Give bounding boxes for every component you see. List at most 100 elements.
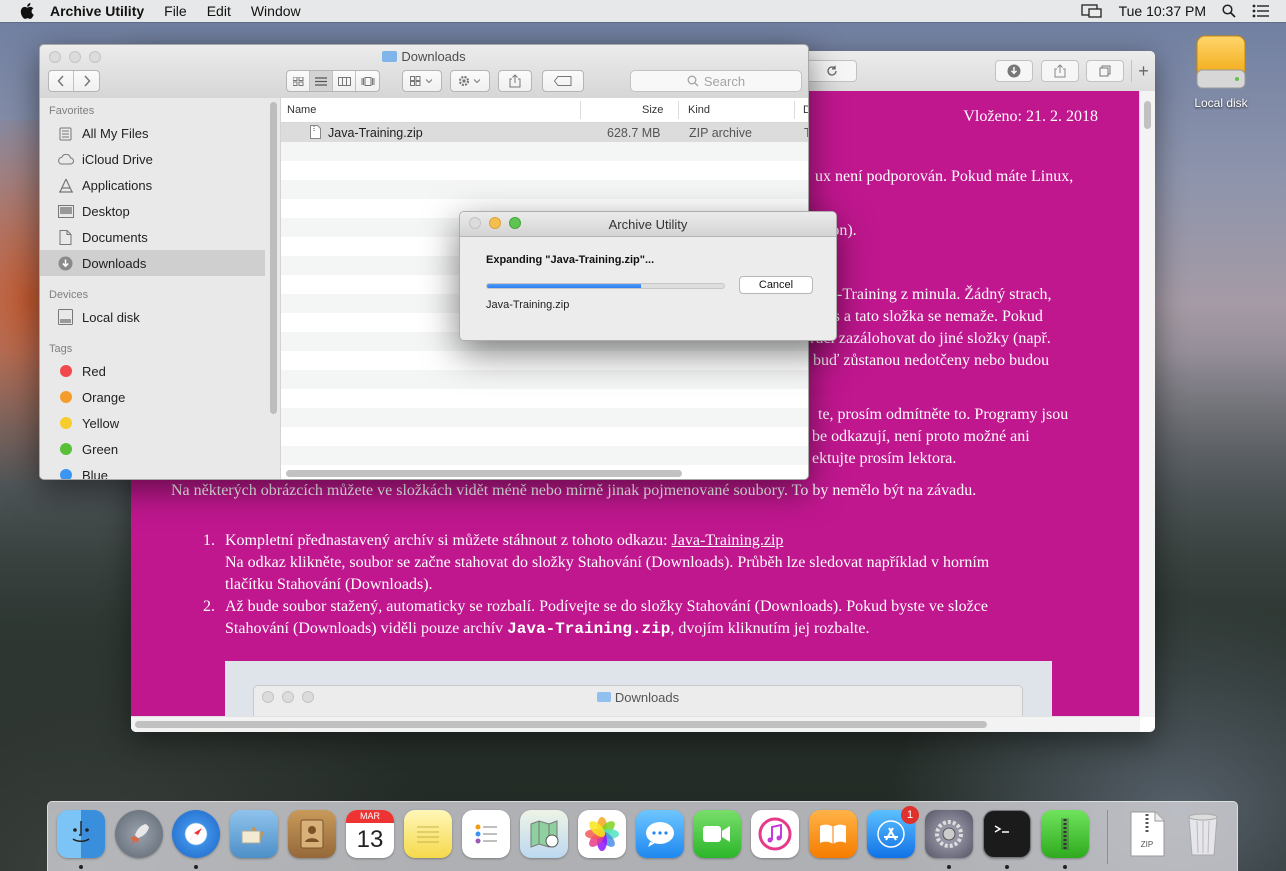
tag-label: Yellow: [82, 415, 120, 431]
reminders-dock-icon[interactable]: [462, 810, 510, 858]
sidebar-item-desktop[interactable]: Desktop: [40, 198, 280, 224]
itunes-dock-icon[interactable]: [751, 810, 799, 858]
java-training-zip-link[interactable]: Java-Training.zip: [672, 532, 784, 549]
screenshot-title: Downloads: [254, 690, 1022, 705]
spotlight-search-icon[interactable]: [1222, 4, 1236, 18]
system-preferences-dock-icon[interactable]: [925, 810, 973, 858]
search-field[interactable]: Search: [630, 70, 802, 92]
trash-dock-icon[interactable]: [1179, 810, 1227, 858]
contacts-dock-icon[interactable]: [288, 810, 336, 858]
app-store-dock-icon[interactable]: 1: [867, 806, 919, 858]
column-header-size[interactable]: Size: [642, 104, 663, 116]
text-fragment: te, prosím odmítněte to. Programy jsou: [818, 406, 1069, 423]
airplay-display-icon[interactable]: [1080, 4, 1103, 18]
sidebar-tag-yellow[interactable]: Yellow: [40, 410, 280, 436]
share-button[interactable]: [1041, 60, 1079, 82]
scroll-thumb[interactable]: [135, 721, 987, 728]
vertical-scrollbar[interactable]: [1139, 91, 1155, 717]
sidebar-item-applications[interactable]: Applications: [40, 172, 280, 198]
maps-dock-icon[interactable]: [520, 810, 568, 858]
sidebar-item-icloud-drive[interactable]: iCloud Drive: [40, 146, 280, 172]
messages-dock-icon[interactable]: [636, 810, 684, 858]
text-fragment: -Training z minula. Žádný strach,: [837, 286, 1052, 303]
downloads-button[interactable]: [995, 60, 1033, 82]
tag-label: Red: [82, 363, 106, 379]
devices-header: Devices: [49, 289, 89, 301]
archive-utility-dialog: Archive Utility Expanding "Java-Training…: [459, 211, 837, 341]
dialog-title: Archive Utility: [608, 217, 688, 232]
step-2-line-1: Až bude soubor stažený, automaticky se r…: [225, 598, 988, 615]
list-view-button[interactable]: [310, 71, 333, 91]
sidebar-tag-red[interactable]: Red: [40, 358, 280, 384]
forward-button[interactable]: [74, 71, 99, 91]
sidebar-item-all-my-files[interactable]: All My Files: [40, 120, 280, 146]
text-fragment: be odkazují, není proto možné ani: [812, 428, 1030, 445]
embedded-screenshot: Downloads: [225, 661, 1052, 717]
share-icon: [1054, 64, 1066, 78]
column-header-date[interactable]: D: [803, 104, 808, 116]
horizontal-scrollbar[interactable]: [286, 470, 682, 477]
sidebar-tag-orange[interactable]: Orange: [40, 384, 280, 410]
window-menu[interactable]: Window: [251, 3, 301, 19]
sidebar-item-documents[interactable]: Documents: [40, 224, 280, 250]
column-view-button[interactable]: [333, 71, 356, 91]
photos-dock-icon[interactable]: [578, 810, 626, 858]
notification-center-icon[interactable]: [1252, 4, 1270, 18]
icon-view-button[interactable]: [287, 71, 310, 91]
notes-dock-icon[interactable]: [404, 810, 452, 858]
zip-document-dock-icon[interactable]: ZIP: [1123, 810, 1171, 858]
arrange-button[interactable]: [402, 70, 442, 92]
tabs-overview-button[interactable]: [1086, 60, 1124, 82]
step-number: 1.: [203, 532, 215, 549]
sidebar-item-downloads[interactable]: Downloads: [40, 250, 265, 276]
progress-bar: [486, 283, 725, 289]
sidebar-tag-green[interactable]: Green: [40, 436, 280, 462]
launchpad-dock-icon[interactable]: [115, 810, 163, 858]
file-menu[interactable]: File: [164, 3, 187, 19]
folder-icon: [596, 692, 611, 702]
horizontal-scrollbar[interactable]: [131, 716, 1140, 732]
menu-bar: Archive Utility File Edit Window Tue 10:…: [0, 0, 1286, 22]
text-fragment: ručí zazálohovat do jiné složky (např.: [810, 330, 1051, 347]
arrange-icon: [410, 76, 433, 86]
desktop-local-disk[interactable]: Local disk: [1190, 34, 1252, 110]
back-button[interactable]: [49, 71, 74, 91]
zip-file-icon: [310, 125, 321, 142]
clock[interactable]: Tue 10:37 PM: [1119, 3, 1206, 19]
search-placeholder: Search: [703, 73, 746, 89]
sidebar-tag-blue[interactable]: Blue: [40, 462, 280, 479]
archive-utility-dock-icon[interactable]: [1041, 810, 1089, 858]
text-fragment: ects a tato složka se nemaže. Pokud: [815, 308, 1043, 325]
tag-color-dot: [57, 467, 74, 479]
column-header-name[interactable]: Name: [287, 104, 316, 116]
mail-dock-icon[interactable]: [230, 810, 278, 858]
apple-menu-icon[interactable]: [20, 3, 34, 19]
gear-icon: [458, 75, 481, 87]
ibooks-dock-icon[interactable]: [809, 810, 857, 858]
facetime-dock-icon[interactable]: [693, 810, 741, 858]
reload-button[interactable]: [807, 60, 857, 82]
sidebar-item-local-disk[interactable]: Local disk: [40, 304, 280, 330]
column-header-kind[interactable]: Kind: [688, 104, 710, 116]
share-button[interactable]: [498, 70, 532, 92]
running-indicator: [947, 865, 951, 869]
tag-icon: [554, 76, 572, 86]
scroll-thumb[interactable]: [1144, 101, 1151, 129]
new-tab-button[interactable]: +: [1131, 60, 1155, 82]
cancel-button[interactable]: Cancel: [739, 276, 813, 294]
finder-dock-icon[interactable]: [57, 810, 105, 858]
step-1-line-1: Kompletní přednastavený archív si můžete…: [225, 532, 783, 550]
app-menu[interactable]: Archive Utility: [50, 3, 144, 19]
sidebar-scrollbar[interactable]: [270, 102, 277, 414]
safari-dock-icon[interactable]: [172, 810, 220, 858]
table-row[interactable]: Java-Training.zip 628.7 MB ZIP archive T: [281, 123, 808, 142]
terminal-dock-icon[interactable]: [983, 810, 1031, 858]
action-button[interactable]: [450, 70, 490, 92]
edit-menu[interactable]: Edit: [207, 3, 231, 19]
cover-flow-icon: [361, 76, 374, 86]
edit-tags-button[interactable]: [542, 70, 584, 92]
calendar-dock-icon[interactable]: MAR 13: [346, 810, 394, 858]
download-icon: [57, 255, 74, 271]
cover-flow-button[interactable]: [356, 71, 379, 91]
local-disk-label: Local disk: [1194, 96, 1248, 110]
